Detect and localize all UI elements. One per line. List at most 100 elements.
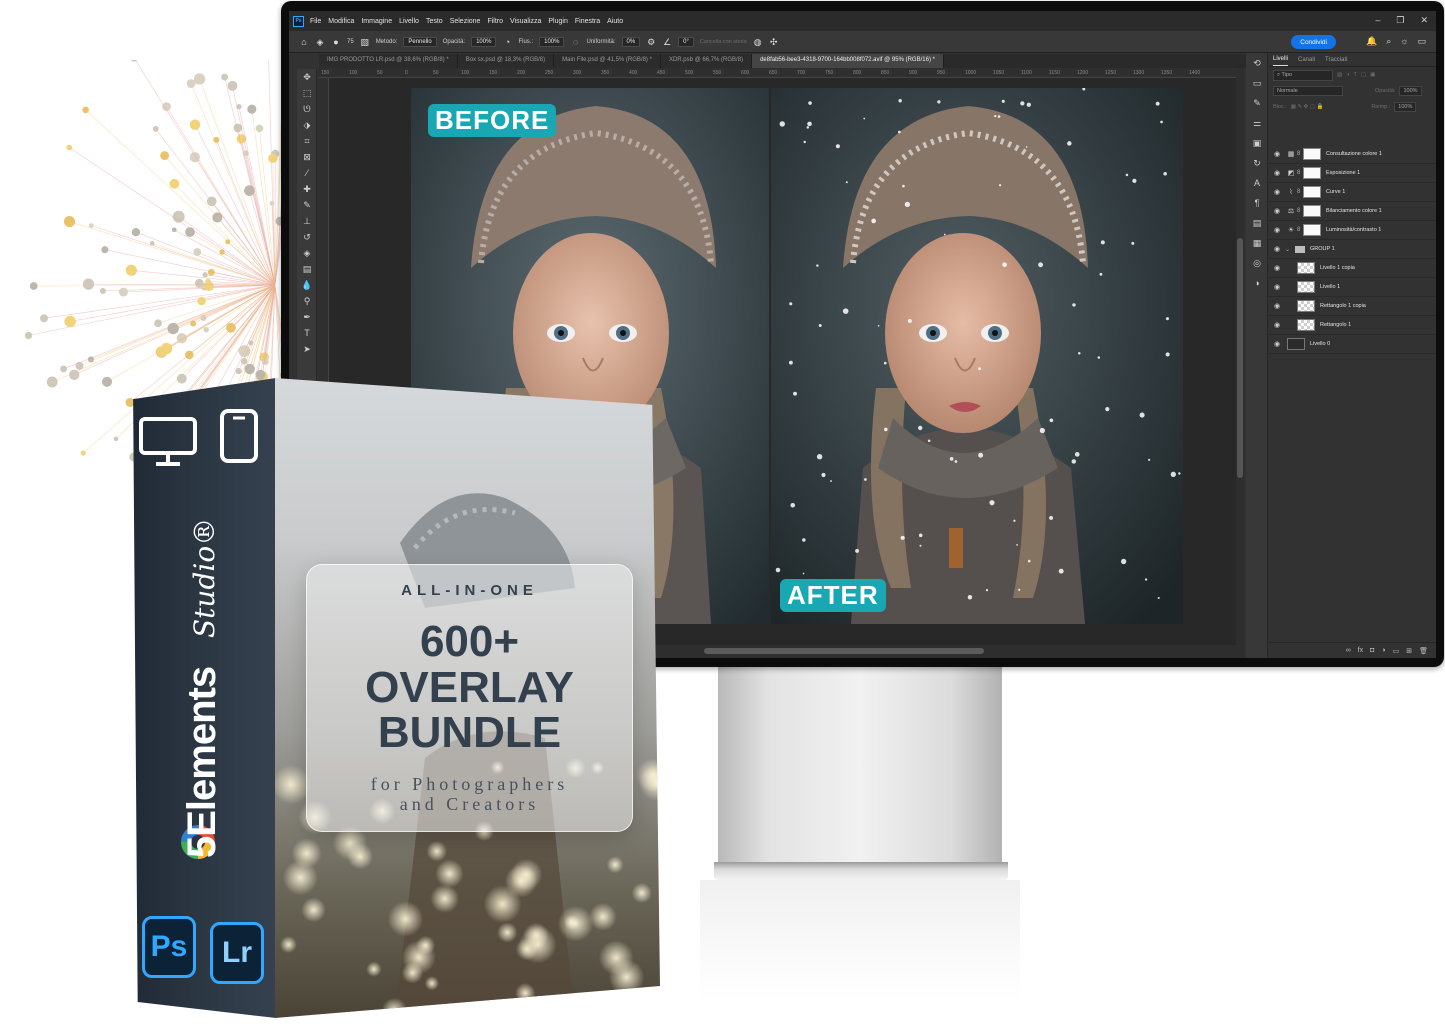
visibility-eye-icon[interactable]: ◉ bbox=[1269, 340, 1285, 348]
visibility-eye-icon[interactable]: ◉ bbox=[1269, 207, 1285, 215]
erase-to-history-checkbox[interactable]: Cancella con storia bbox=[700, 39, 747, 45]
stamp-tool-icon[interactable]: ⊥ bbox=[297, 213, 317, 229]
layer-mask-thumbnail[interactable] bbox=[1303, 224, 1321, 236]
layer-row[interactable]: ◉ ▦ 8 Consultazione colore 1 bbox=[1269, 145, 1436, 164]
layers-stack-icon[interactable]: ▤ bbox=[1246, 213, 1268, 233]
layer-name[interactable]: Curve 1 bbox=[1326, 189, 1345, 195]
visibility-eye-icon[interactable]: ◉ bbox=[1269, 321, 1285, 329]
paragraph-panel-icon[interactable]: ¶ bbox=[1246, 193, 1268, 213]
healing-tool-icon[interactable]: ✚ bbox=[297, 181, 317, 197]
menu-modifica[interactable]: Modifica bbox=[328, 18, 354, 25]
menu-testo[interactable]: Testo bbox=[426, 18, 443, 25]
document-tab[interactable]: IMG PRODOTTO LR.psd @ 38,6% (RGB/8) * bbox=[319, 54, 458, 68]
visibility-eye-icon[interactable]: ◉ bbox=[1269, 169, 1285, 177]
symmetry-icon[interactable]: ✣ bbox=[769, 37, 779, 47]
discover-icon[interactable]: ☼ bbox=[1400, 36, 1408, 47]
layer-name[interactable]: Esposizione 1 bbox=[1326, 170, 1360, 176]
layer-mask-thumbnail[interactable] bbox=[1303, 205, 1321, 217]
menu-visualizza[interactable]: Visualizza bbox=[510, 18, 541, 25]
marquee-tool-icon[interactable]: ⬚ bbox=[297, 85, 317, 101]
workspace-icon[interactable]: ▭ bbox=[1417, 36, 1426, 47]
pressure-size-icon[interactable]: ◍ bbox=[753, 37, 763, 47]
gradient-tool-icon[interactable]: ▤ bbox=[297, 261, 317, 277]
search-icon[interactable]: ⌕ bbox=[1386, 36, 1391, 47]
document-tab[interactable]: de8fab56-bee3-4318-9700-164bb008f072.avi… bbox=[752, 54, 944, 68]
layer-name[interactable]: Livello 1 copia bbox=[1320, 265, 1355, 271]
visibility-eye-icon[interactable]: ◉ bbox=[1269, 283, 1285, 291]
layer-name[interactable]: Livello 0 bbox=[1310, 341, 1330, 347]
layer-row[interactable]: ◉ ☀ 8 Luminosità/contrasto 1 bbox=[1269, 221, 1436, 240]
eraser-tool-icon-side[interactable]: ◈ bbox=[297, 245, 317, 261]
tab-canali[interactable]: Canali bbox=[1298, 57, 1315, 66]
vertical-scrollbar[interactable] bbox=[1236, 68, 1244, 658]
layer-thumbnail[interactable] bbox=[1297, 319, 1315, 331]
layer-name[interactable]: Luminosità/contrasto 1 bbox=[1326, 227, 1381, 233]
brush-tool-icon[interactable]: ✎ bbox=[297, 197, 317, 213]
smoothing-field[interactable]: 0% bbox=[621, 36, 641, 47]
brush-preset-icon[interactable]: ● bbox=[331, 37, 341, 47]
layer-row[interactable]: ◉ Rettangolo 1 bbox=[1269, 316, 1436, 335]
fill-field[interactable]: 100% bbox=[1394, 102, 1417, 112]
trash-icon[interactable]: 🗑 bbox=[1419, 647, 1428, 655]
layer-thumbnail[interactable] bbox=[1287, 338, 1305, 350]
minimize-icon[interactable]: – bbox=[1375, 15, 1380, 26]
layer-row[interactable]: ◉ Livello 1 bbox=[1269, 278, 1436, 297]
new-adjustment-icon[interactable]: ◑ bbox=[1381, 647, 1385, 654]
menu-livello[interactable]: Livello bbox=[399, 18, 419, 25]
layer-row[interactable]: ◉ Rettangolo 1 copia bbox=[1269, 297, 1436, 316]
filter-smart-icon[interactable]: ▣ bbox=[1370, 72, 1375, 78]
new-group-icon[interactable]: ▭ bbox=[1393, 647, 1400, 655]
link-layers-icon[interactable]: ∞ bbox=[1346, 647, 1351, 654]
add-mask-icon[interactable]: ◘ bbox=[1370, 647, 1374, 654]
document-tab[interactable]: Main File.psd @ 41,5% (RGB/8) * bbox=[554, 54, 661, 68]
filter-type-icon[interactable]: T bbox=[1354, 72, 1357, 78]
visibility-eye-icon[interactable]: ◉ bbox=[1269, 188, 1285, 196]
restore-icon[interactable]: ❐ bbox=[1396, 15, 1404, 26]
layer-mask-thumbnail[interactable] bbox=[1303, 148, 1321, 160]
layer-thumbnail[interactable] bbox=[1297, 281, 1315, 293]
type-tool-icon[interactable]: T bbox=[297, 325, 317, 341]
layer-opacity-field[interactable]: 100% bbox=[1399, 86, 1422, 96]
close-icon[interactable]: ✕ bbox=[1420, 15, 1428, 26]
mode-select[interactable]: Pennello bbox=[403, 36, 437, 47]
layer-name[interactable]: Bilanciamento colore 1 bbox=[1326, 208, 1382, 214]
layer-row[interactable]: ◉ ⚖ 8 Bilanciamento colore 1 bbox=[1269, 202, 1436, 221]
filter-adjust-icon[interactable]: ◑ bbox=[1346, 72, 1349, 78]
layer-row[interactable]: ◉ ⌄ GROUP 1 bbox=[1269, 240, 1436, 259]
tab-livelli[interactable]: Livelli bbox=[1273, 56, 1289, 66]
layer-row[interactable]: ◉ Livello 1 copia bbox=[1269, 259, 1436, 278]
filter-shape-icon[interactable]: ▢ bbox=[1361, 72, 1366, 78]
character-panel-icon[interactable]: A bbox=[1246, 173, 1268, 193]
pen-tool-icon[interactable]: ✒ bbox=[297, 309, 317, 325]
lock-icons[interactable]: ▦ ✎ ✥ ▢ 🔒 bbox=[1291, 104, 1324, 110]
brush-settings-panel-icon[interactable]: ✎ bbox=[1246, 93, 1268, 113]
visibility-eye-icon[interactable]: ◉ bbox=[1269, 150, 1285, 158]
home-icon[interactable]: ⌂ bbox=[299, 37, 309, 47]
comments-icon[interactable]: ▭ bbox=[1246, 73, 1268, 93]
new-layer-icon[interactable]: ⊞ bbox=[1406, 647, 1412, 655]
libraries-icon[interactable]: ▣ bbox=[1246, 133, 1268, 153]
bell-icon[interactable]: 🔔 bbox=[1366, 36, 1377, 47]
gear-icon[interactable]: ⚙ bbox=[646, 37, 656, 47]
blur-tool-icon[interactable]: 💧 bbox=[297, 277, 317, 293]
history-icon[interactable]: ↻ bbox=[1246, 153, 1268, 173]
menu-plugin[interactable]: Plugin bbox=[548, 18, 567, 25]
history-panel-icon[interactable]: ⟲ bbox=[1246, 53, 1268, 73]
layer-name[interactable]: Livello 1 bbox=[1320, 284, 1340, 290]
move-tool-icon[interactable]: ✥ bbox=[297, 69, 317, 85]
menu-file[interactable]: File bbox=[310, 18, 321, 25]
horizontal-scroll-thumb[interactable] bbox=[704, 648, 984, 654]
filter-pixel-icon[interactable]: ▧ bbox=[1337, 72, 1342, 78]
layer-row[interactable]: ◉ Livello 0 bbox=[1269, 335, 1436, 354]
layer-name[interactable]: Rettangolo 1 bbox=[1320, 322, 1351, 328]
layer-mask-thumbnail[interactable] bbox=[1303, 167, 1321, 179]
layer-row[interactable]: ◉ ⌇ 8 Curve 1 bbox=[1269, 183, 1436, 202]
menu-immagine[interactable]: Immagine bbox=[361, 18, 392, 25]
flow-field[interactable]: 100% bbox=[539, 36, 565, 47]
after-photo[interactable] bbox=[771, 88, 1183, 624]
brush-settings-icon[interactable]: ▧ bbox=[360, 37, 370, 47]
layer-name[interactable]: Rettangolo 1 copia bbox=[1320, 303, 1366, 309]
swatches-icon[interactable]: ▦ bbox=[1246, 233, 1268, 253]
layer-thumbnail[interactable] bbox=[1297, 300, 1315, 312]
opacity-field[interactable]: 100% bbox=[471, 36, 497, 47]
